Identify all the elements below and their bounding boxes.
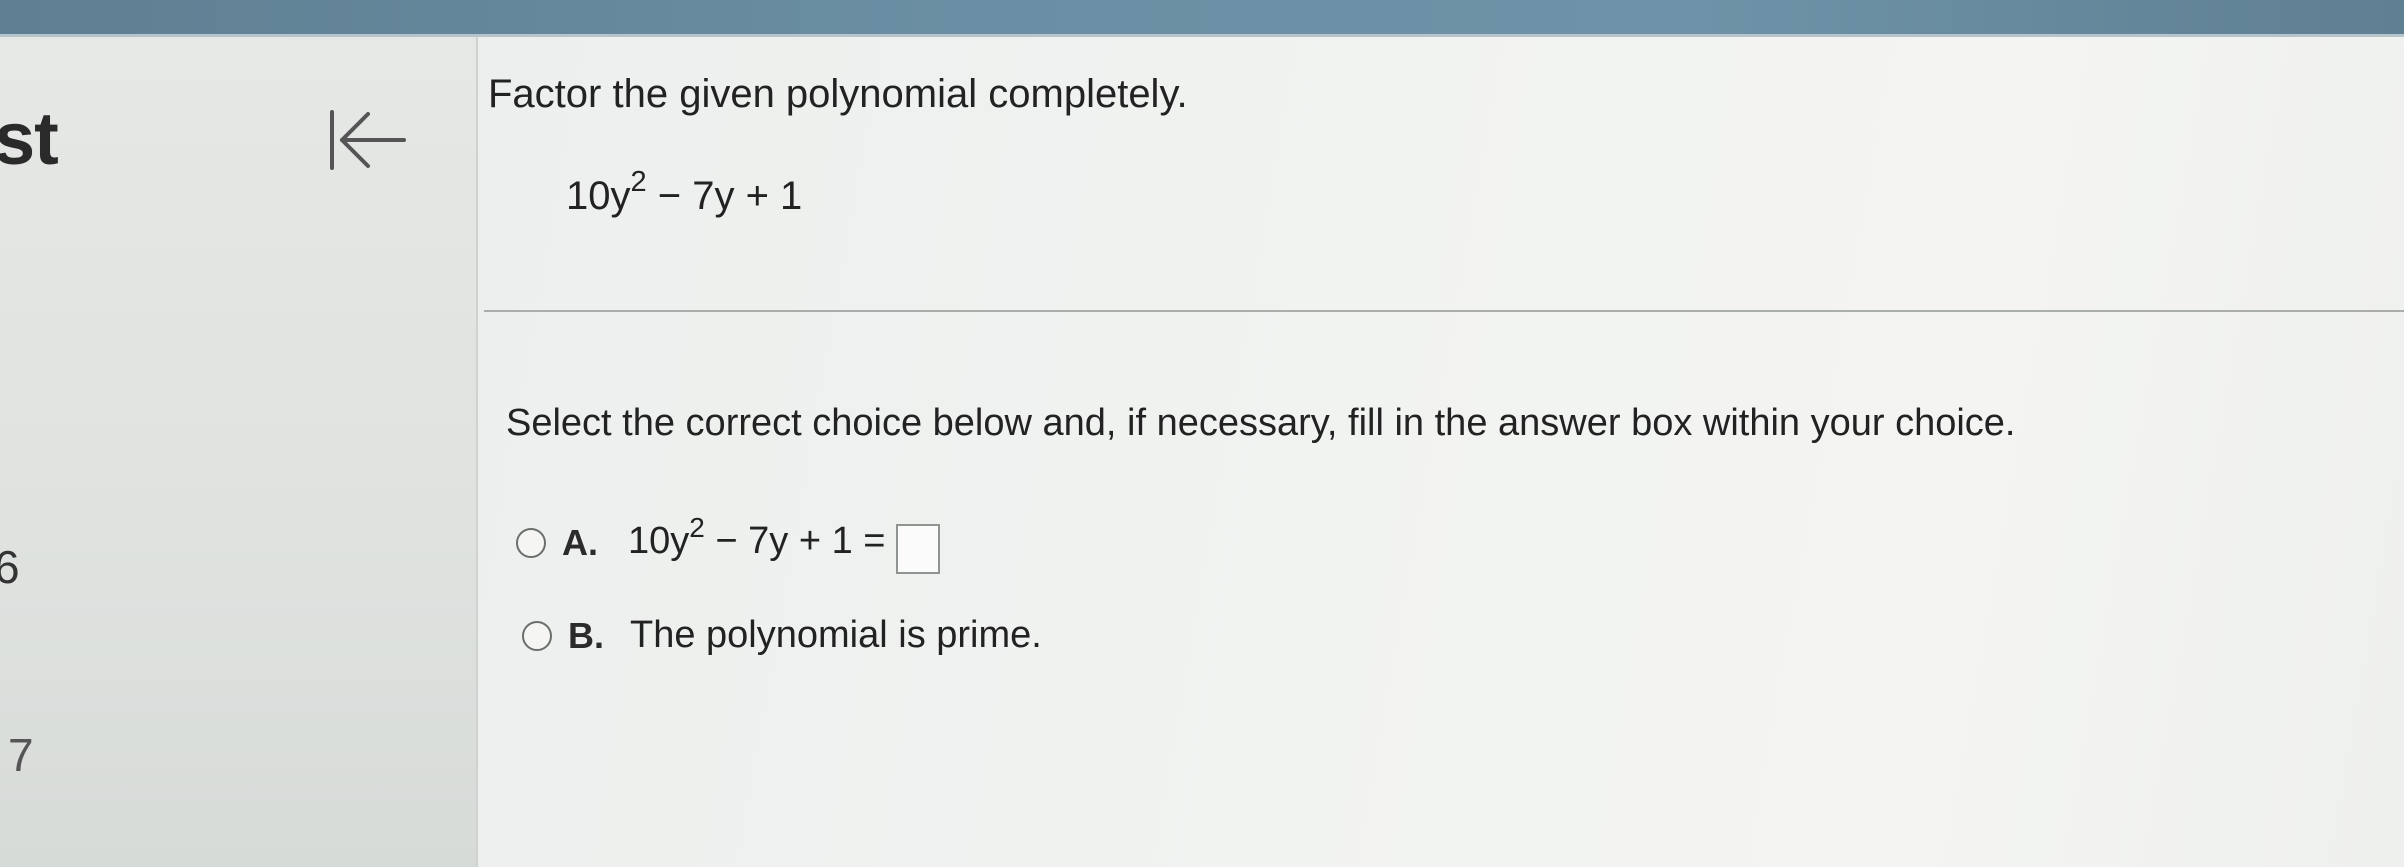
choice-a-expression: 10y2 − 7y + 1 = bbox=[628, 512, 940, 574]
polynomial-expression: 10y2 − 7y + 1 bbox=[566, 166, 803, 219]
instruction-text: Select the correct choice below and, if … bbox=[506, 402, 2016, 444]
sidebar-item-6[interactable]: 6 bbox=[0, 540, 20, 594]
back-to-start-button[interactable] bbox=[326, 108, 412, 172]
choice-a-coef: 10y bbox=[628, 520, 690, 563]
choice-b[interactable]: B. The polynomial is prime. bbox=[522, 614, 1042, 657]
back-to-start-icon bbox=[330, 110, 406, 170]
polynomial-exponent: 2 bbox=[630, 166, 647, 198]
polynomial-rest: − 7y + 1 bbox=[646, 174, 803, 218]
sidebar-item-7[interactable]: 7 bbox=[8, 728, 34, 782]
window-top-bar bbox=[0, 0, 2404, 36]
choice-a[interactable]: A. 10y2 − 7y + 1 = bbox=[516, 512, 940, 574]
question-panel bbox=[478, 37, 2404, 867]
section-divider bbox=[484, 310, 2404, 312]
choice-b-letter: B. bbox=[568, 614, 604, 656]
choice-b-text: The polynomial is prime. bbox=[630, 614, 1042, 656]
answer-box[interactable] bbox=[895, 524, 940, 574]
choice-a-rest: − 7y + 1 = bbox=[704, 520, 886, 563]
question-title: Factor the given polynomial completely. bbox=[488, 72, 1188, 116]
choice-a-radio[interactable] bbox=[516, 528, 546, 558]
choice-b-radio[interactable] bbox=[522, 620, 552, 651]
sidebar-title-partial: st bbox=[0, 97, 59, 180]
choice-a-exponent: 2 bbox=[689, 512, 705, 544]
choice-a-letter: A. bbox=[562, 522, 598, 563]
polynomial-coef: 10y bbox=[566, 174, 631, 218]
